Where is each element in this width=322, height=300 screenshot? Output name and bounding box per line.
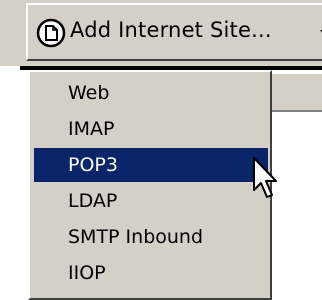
menu-item-web[interactable]: Web: [34, 76, 268, 110]
mouse-pointer-icon: [253, 157, 277, 198]
menu-item-imap[interactable]: IMAP: [34, 112, 268, 146]
add-internet-site-label: Add Internet Site...: [70, 18, 272, 42]
menu-item-pop3[interactable]: POP3: [34, 148, 268, 182]
protocol-dropdown-menu: Web IMAP POP3 LDAP SMTP Inbound IIOP: [28, 70, 272, 300]
add-internet-site-dropdown-button[interactable]: Add Internet Site...: [26, 3, 322, 61]
menu-item-smtp-inbound[interactable]: SMTP Inbound: [34, 220, 268, 254]
left-margin: [0, 66, 20, 300]
toolbar: Add Internet Site...: [0, 0, 322, 66]
menu-item-iiop[interactable]: IIOP: [34, 256, 268, 290]
new-page-icon: [36, 18, 66, 48]
menu-item-ldap[interactable]: LDAP: [34, 184, 268, 218]
